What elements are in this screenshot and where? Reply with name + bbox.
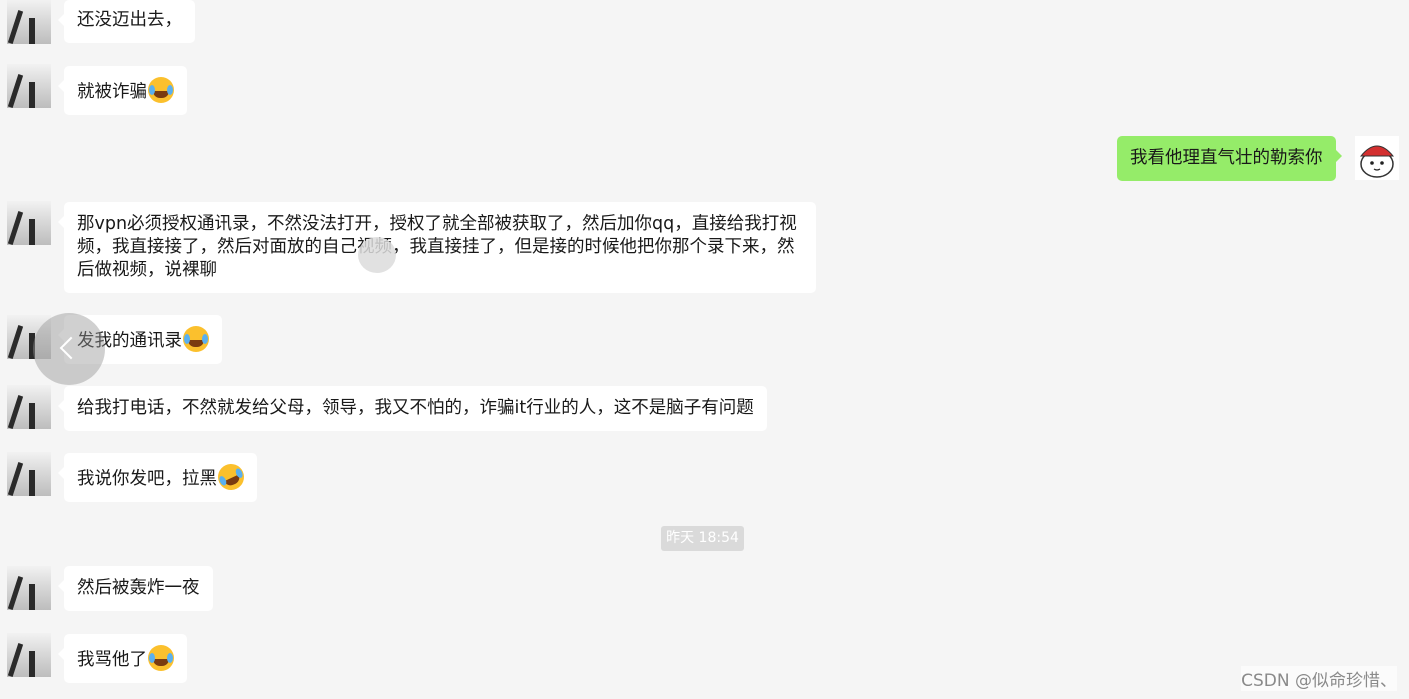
loading-indicator xyxy=(358,237,396,273)
message-text: 我骂他了 xyxy=(77,650,147,670)
message-text: 那vpn必须授权通讯录，不然没法打开，授权了就全部被获取了，然后加你qq，直接给… xyxy=(77,214,797,280)
watermark: CSDN @似命珍惜、 xyxy=(1241,666,1397,691)
message-text: 我看他理直气壮的勒索你 xyxy=(1130,148,1323,168)
contact-avatar[interactable] xyxy=(7,385,51,429)
santa-cartoon-icon xyxy=(1359,145,1395,178)
contact-avatar[interactable] xyxy=(7,0,51,44)
message-bubble[interactable]: 然后被轰炸一夜 xyxy=(58,566,213,611)
message-bubble[interactable]: 那vpn必须授权通讯录，不然没法打开，授权了就全部被获取了，然后加你qq，直接给… xyxy=(58,202,816,293)
contact-avatar[interactable] xyxy=(7,452,51,496)
message-text: 就被诈骗 xyxy=(77,82,147,102)
message-text: 我说你发吧，拉黑 xyxy=(77,469,217,489)
chevron-left-icon xyxy=(59,336,83,360)
previous-nav-button[interactable] xyxy=(33,313,105,385)
message-bubble[interactable]: 就被诈骗 xyxy=(58,66,187,115)
contact-avatar[interactable] xyxy=(7,64,51,108)
laugh-cry-emoji xyxy=(148,645,174,671)
message-text: 给我打电话，不然就发给父母，领导，我又不怕的，诈骗it行业的人，这不是脑子有问题 xyxy=(77,398,754,418)
message-text: 还没迈出去， xyxy=(77,10,182,30)
self-avatar[interactable] xyxy=(1355,136,1399,180)
contact-avatar[interactable] xyxy=(7,633,51,677)
timestamp-divider: 昨天 18:54 xyxy=(661,526,744,551)
laugh-cry-emoji xyxy=(148,77,174,103)
message-text: 然后被轰炸一夜 xyxy=(77,578,200,598)
contact-avatar[interactable] xyxy=(7,566,51,610)
message-bubble-self[interactable]: 我看他理直气壮的勒索你 xyxy=(1117,136,1341,181)
rofl-emoji xyxy=(213,459,249,495)
contact-avatar[interactable] xyxy=(7,201,51,245)
message-bubble[interactable]: 给我打电话，不然就发给父母，领导，我又不怕的，诈骗it行业的人，这不是脑子有问题 xyxy=(58,386,767,431)
laugh-cry-emoji xyxy=(183,326,209,352)
message-bubble[interactable]: 我骂他了 xyxy=(58,634,187,683)
message-bubble[interactable]: 还没迈出去， xyxy=(58,0,195,43)
message-bubble[interactable]: 我说你发吧，拉黑 xyxy=(58,453,257,502)
